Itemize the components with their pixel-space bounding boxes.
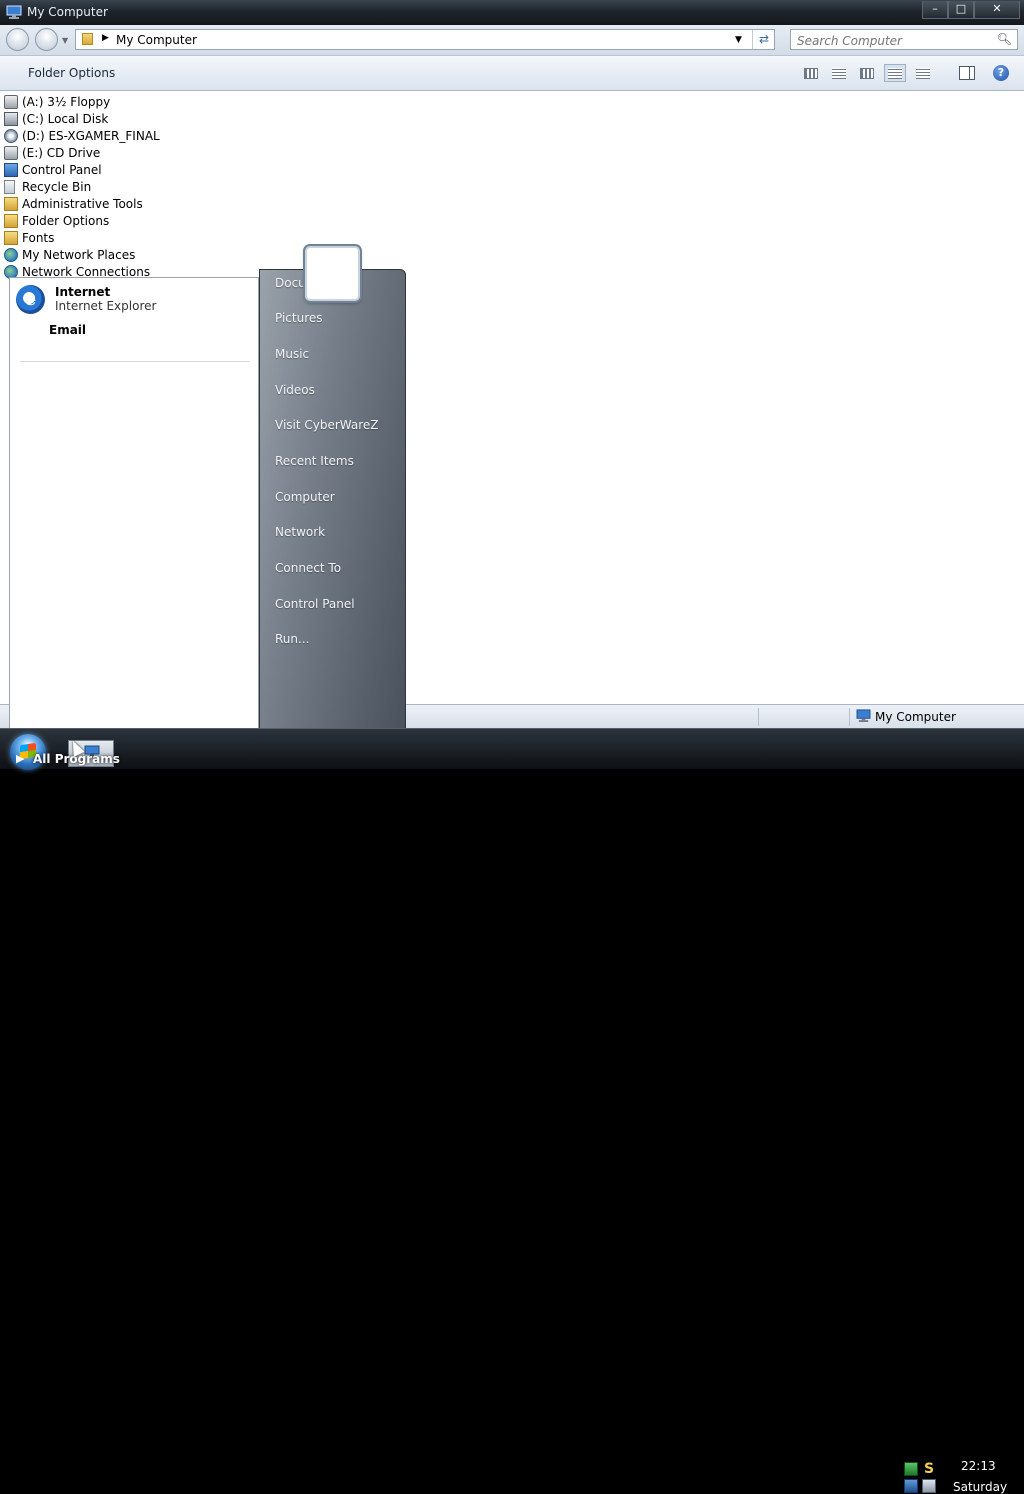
cd-disc-icon	[4, 128, 18, 143]
pinned-email[interactable]: Email	[49, 323, 86, 337]
item-label: Folder Options	[22, 213, 110, 228]
tray-s-icon[interactable]: S	[922, 1462, 936, 1476]
status-divider	[758, 708, 759, 726]
start-item-music[interactable]: Music	[275, 347, 309, 361]
back-button[interactable]	[6, 28, 29, 51]
view-tiles-icon[interactable]	[828, 64, 850, 82]
floppy-drive-icon	[4, 94, 18, 109]
clock-day[interactable]: Saturday	[953, 1480, 1007, 1494]
tray-app-icon[interactable]	[904, 1479, 918, 1493]
list-item[interactable]: (A:) 3½ Floppy	[4, 93, 110, 110]
recent-pages-chevron-down-icon[interactable]: ▼	[62, 36, 68, 45]
close-button[interactable]: ✕	[974, 1, 1020, 19]
refresh-button[interactable]: ⇄	[752, 30, 775, 49]
view-details-icon[interactable]	[912, 64, 934, 82]
window-controls: – □ ✕	[922, 1, 1020, 19]
list-item[interactable]: My Network Places	[4, 246, 135, 263]
list-item[interactable]: (D:) ES-XGAMER_FINAL	[4, 127, 160, 144]
status-divider	[849, 708, 850, 726]
hard-disk-icon	[4, 111, 18, 126]
computer-icon	[6, 5, 22, 19]
item-label: (A:) 3½ Floppy	[22, 94, 111, 109]
list-item[interactable]: Folder Options	[4, 212, 109, 229]
cd-drive-icon	[4, 145, 18, 160]
view-list-icon[interactable]	[884, 64, 906, 82]
start-item-pictures[interactable]: Pictures	[275, 311, 323, 325]
folder-options-button[interactable]: Folder Options	[28, 66, 115, 80]
search-box: 🔍︎	[790, 29, 1018, 50]
item-label: (D:) ES-XGAMER_FINAL	[22, 128, 160, 143]
minimize-button[interactable]: –	[922, 1, 948, 19]
tray-network-icon[interactable]	[904, 1462, 918, 1476]
computer-icon	[856, 709, 871, 722]
pinned-internet[interactable]: e Internet Internet Explorer	[16, 285, 246, 317]
preview-pane-icon[interactable]	[959, 66, 975, 80]
item-label: (C:) Local Disk	[22, 111, 109, 126]
control-panel-icon	[4, 162, 18, 177]
command-bar: Folder Options ?	[0, 56, 1024, 91]
address-dropdown-chevron-icon[interactable]: ▼	[735, 35, 742, 45]
taskbar: S 22:13 Saturday	[0, 728, 1024, 1494]
list-item[interactable]: Control Panel	[4, 161, 102, 178]
item-label: Control Panel	[22, 162, 102, 177]
status-location: My Computer	[875, 710, 956, 724]
start-menu-left-pane: e Internet Internet Explorer Email	[9, 277, 259, 741]
pinned-internet-subtitle: Internet Explorer	[55, 299, 157, 313]
item-label: My Network Places	[22, 247, 136, 262]
list-item[interactable]: Administrative Tools	[4, 195, 143, 212]
window-title: My Computer	[27, 5, 108, 19]
address-bar: ▼ ▶ My Computer ▼ ⇄ 🔍︎	[0, 25, 1024, 56]
folder-icon	[4, 196, 18, 211]
item-label: (E:) CD Drive	[22, 145, 101, 160]
item-label: Administrative Tools	[22, 196, 143, 211]
breadcrumb-separator-icon[interactable]: ▶	[102, 33, 109, 43]
start-item-visit-cyberwarez[interactable]: Visit CyberWareZ	[275, 418, 379, 432]
search-input[interactable]	[795, 31, 999, 50]
fonts-folder-icon	[4, 230, 18, 245]
maximize-button[interactable]: □	[948, 1, 974, 19]
view-icons-icon[interactable]	[856, 64, 878, 82]
help-icon[interactable]: ?	[993, 65, 1009, 81]
list-item[interactable]: (C:) Local Disk	[4, 110, 108, 127]
view-switcher	[800, 64, 940, 82]
start-item-control-panel[interactable]: Control Panel	[275, 597, 355, 611]
start-item-network[interactable]: Network	[275, 525, 325, 539]
pinned-internet-title: Internet	[55, 285, 111, 299]
start-menu-divider	[20, 361, 250, 362]
title-bar[interactable]: My Computer – □ ✕	[0, 0, 1024, 25]
address-field[interactable]: ▶ My Computer ▼ ⇄	[75, 29, 775, 50]
internet-explorer-icon: e	[16, 285, 45, 314]
clock-time[interactable]: 22:13	[961, 1459, 996, 1473]
start-item-connect-to[interactable]: Connect To	[275, 561, 341, 575]
folder-icon	[82, 33, 93, 45]
all-programs-arrow-icon[interactable]: ▶	[16, 752, 24, 765]
forward-button[interactable]	[35, 28, 58, 51]
search-icon[interactable]: 🔍︎	[997, 32, 1012, 46]
breadcrumb[interactable]: My Computer	[116, 33, 197, 47]
tray-window-icon[interactable]	[922, 1479, 936, 1493]
start-item-computer[interactable]: Computer	[275, 490, 335, 504]
start-item-run[interactable]: Run...	[275, 632, 309, 646]
list-item[interactable]: (E:) CD Drive	[4, 144, 100, 161]
recycle-bin-icon	[4, 179, 15, 194]
start-item-videos[interactable]: Videos	[275, 383, 315, 397]
list-item[interactable]: Fonts	[4, 229, 54, 246]
user-picture[interactable]	[305, 246, 360, 301]
start-item-recent-items[interactable]: Recent Items	[275, 454, 354, 468]
list-item[interactable]: Recycle Bin	[4, 178, 91, 195]
item-label: Fonts	[22, 230, 55, 245]
folder-options-icon	[4, 213, 18, 228]
start-menu-right-pane: Documents Pictures Music Videos Visit Cy…	[259, 269, 406, 731]
network-globe-icon	[4, 247, 18, 262]
item-label: Recycle Bin	[22, 179, 92, 194]
view-thumbnails-icon[interactable]	[800, 64, 822, 82]
